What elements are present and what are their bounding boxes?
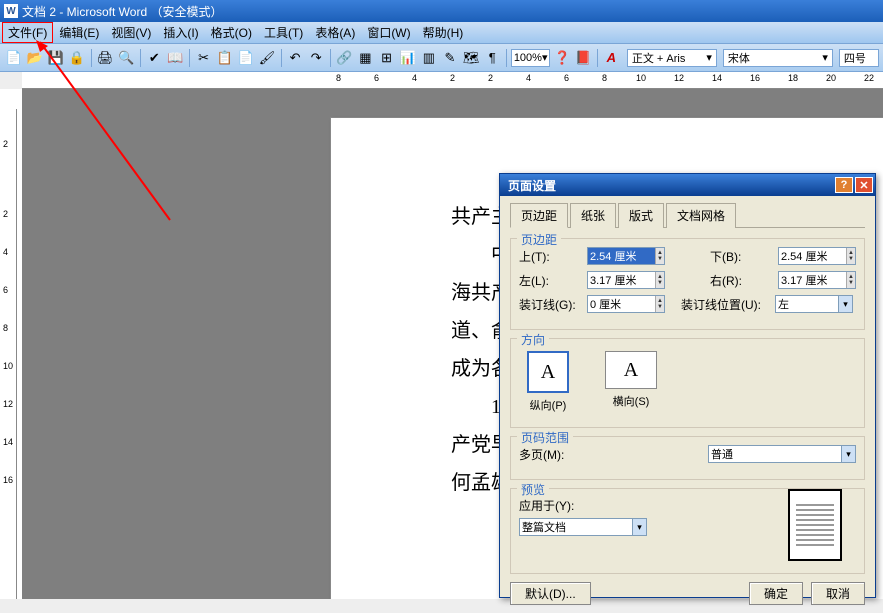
horizontal-ruler[interactable]: 8 6 4 2 2 4 6 8 10 12 14 16 18 20 22 <box>22 72 883 89</box>
menu-table[interactable]: 表格(A) <box>309 22 361 43</box>
read-icon[interactable]: 📕 <box>574 48 593 68</box>
menu-bar: 文件(F) 编辑(E) 视图(V) 插入(I) 格式(O) 工具(T) 表格(A… <box>0 22 883 44</box>
menu-file[interactable]: 文件(F) <box>2 22 53 43</box>
map-icon[interactable]: 🗺 <box>462 48 481 68</box>
preview-thumbnail <box>788 489 842 561</box>
separator <box>140 49 141 67</box>
gutter-pos-label: 装订线位置(U): <box>681 296 769 313</box>
landscape-option[interactable]: A 横向(S) <box>605 351 657 413</box>
separator <box>281 49 282 67</box>
orientation-group: 方向 A 纵向(P) A 横向(S) <box>510 338 865 428</box>
paste-icon[interactable]: 📄 <box>236 48 255 68</box>
separator <box>597 49 598 67</box>
left-input[interactable]: 3.17 厘米▲▼ <box>587 271 665 289</box>
save-icon[interactable]: 💾 <box>46 48 65 68</box>
default-button[interactable]: 默认(D)... <box>510 582 591 605</box>
preview-group: 预览 应用于(Y): 整篇文档▾ <box>510 488 865 574</box>
excel-icon[interactable]: 📊 <box>398 48 417 68</box>
pages-legend: 页码范围 <box>517 429 573 446</box>
apply-combo[interactable]: 整篇文档▾ <box>519 518 647 536</box>
style-format-icon[interactable]: A <box>602 48 621 68</box>
standard-toolbar: 📄 📂 💾 🔒 🖨 🔍 ✔ 📖 ✂ 📋 📄 🖌 ↶ ↷ 🔗 ▦ ⊞ 📊 ▥ ✎ … <box>0 44 883 72</box>
research-icon[interactable]: 📖 <box>166 48 185 68</box>
portrait-icon: A <box>527 351 569 393</box>
menu-window[interactable]: 窗口(W) <box>361 22 416 43</box>
multi-combo[interactable]: 普通▾ <box>708 445 856 463</box>
window-title: 文档 2 - Microsoft Word （安全模式） <box>22 3 222 20</box>
separator <box>189 49 190 67</box>
menu-edit[interactable]: 编辑(E) <box>53 22 105 43</box>
open-icon[interactable]: 📂 <box>25 48 44 68</box>
gutter-pos-combo[interactable]: 左▾ <box>775 295 853 313</box>
orientation-legend: 方向 <box>517 331 549 348</box>
page-setup-dialog: 页面设置 ? ✕ 页边距 纸张 版式 文档网格 页边距 上(T): 2.54 厘… <box>499 173 876 598</box>
dialog-title: 页面设置 <box>508 177 556 194</box>
bottom-input[interactable]: 2.54 厘米▲▼ <box>778 247 856 265</box>
portrait-option[interactable]: A 纵向(P) <box>527 351 569 413</box>
separator <box>91 49 92 67</box>
multi-label: 多页(M): <box>519 446 581 463</box>
show-marks-icon[interactable]: ¶ <box>483 48 502 68</box>
zoom-combo[interactable]: 100% ▾ <box>511 49 551 67</box>
gutter-input[interactable]: 0 厘米▲▼ <box>587 295 665 313</box>
font-combo[interactable]: 宋体▾ <box>723 49 833 67</box>
tab-grid[interactable]: 文档网格 <box>666 203 736 228</box>
top-label: 上(T): <box>519 248 581 265</box>
cut-icon[interactable]: ✂ <box>194 48 213 68</box>
vertical-ruler[interactable]: 2 2 4 6 8 10 12 14 16 <box>0 89 22 599</box>
tab-margins[interactable]: 页边距 <box>510 203 568 228</box>
format-painter-icon[interactable]: 🖌 <box>257 48 276 68</box>
top-input[interactable]: 2.54 厘米▲▼ <box>587 247 665 265</box>
copy-icon[interactable]: 📋 <box>215 48 234 68</box>
preview-legend: 预览 <box>517 481 549 498</box>
close-button[interactable]: ✕ <box>855 177 873 193</box>
menu-insert[interactable]: 插入(I) <box>157 22 204 43</box>
dialog-titlebar[interactable]: 页面设置 ? ✕ <box>500 174 875 196</box>
word-icon: W <box>4 4 18 18</box>
landscape-icon: A <box>605 351 657 389</box>
style-combo[interactable]: 正文 + Aris▾ <box>627 49 717 67</box>
right-input[interactable]: 3.17 厘米▲▼ <box>778 271 856 289</box>
menu-help[interactable]: 帮助(H) <box>417 22 470 43</box>
menu-format[interactable]: 格式(O) <box>205 22 258 43</box>
insert-table-icon[interactable]: ⊞ <box>377 48 396 68</box>
right-label: 右(R): <box>710 272 772 289</box>
redo-icon[interactable]: ↷ <box>307 48 326 68</box>
spell-icon[interactable]: ✔ <box>145 48 164 68</box>
print-icon[interactable]: 🖨 <box>96 48 115 68</box>
tab-layout[interactable]: 版式 <box>618 203 664 228</box>
tab-paper[interactable]: 纸张 <box>570 203 616 228</box>
preview-icon[interactable]: 🔍 <box>117 48 136 68</box>
left-label: 左(L): <box>519 272 581 289</box>
separator <box>506 49 507 67</box>
margins-group: 页边距 上(T): 2.54 厘米▲▼ 下(B): 2.54 厘米▲▼ 左(L)… <box>510 238 865 330</box>
fontsize-combo[interactable]: 四号 <box>839 49 879 67</box>
hyperlink-icon[interactable]: 🔗 <box>335 48 354 68</box>
margins-legend: 页边距 <box>517 231 561 248</box>
undo-icon[interactable]: ↶ <box>286 48 305 68</box>
table-toolbar-icon[interactable]: ▦ <box>356 48 375 68</box>
dialog-tabs: 页边距 纸张 版式 文档网格 <box>510 202 865 228</box>
columns-icon[interactable]: ▥ <box>419 48 438 68</box>
separator <box>330 49 331 67</box>
menu-tools[interactable]: 工具(T) <box>258 22 309 43</box>
menu-view[interactable]: 视图(V) <box>105 22 157 43</box>
apply-label: 应用于(Y): <box>519 497 574 514</box>
new-icon[interactable]: 📄 <box>4 48 23 68</box>
pages-group: 页码范围 多页(M): 普通▾ <box>510 436 865 480</box>
gutter-label: 装订线(G): <box>519 296 581 313</box>
help-icon[interactable]: ❓ <box>552 48 571 68</box>
help-button[interactable]: ? <box>835 177 853 193</box>
drawing-icon[interactable]: ✎ <box>440 48 459 68</box>
cancel-button[interactable]: 取消 <box>811 582 865 605</box>
bottom-label: 下(B): <box>710 248 772 265</box>
permission-icon[interactable]: 🔒 <box>67 48 86 68</box>
title-bar: W 文档 2 - Microsoft Word （安全模式） <box>0 0 883 22</box>
ok-button[interactable]: 确定 <box>749 582 803 605</box>
